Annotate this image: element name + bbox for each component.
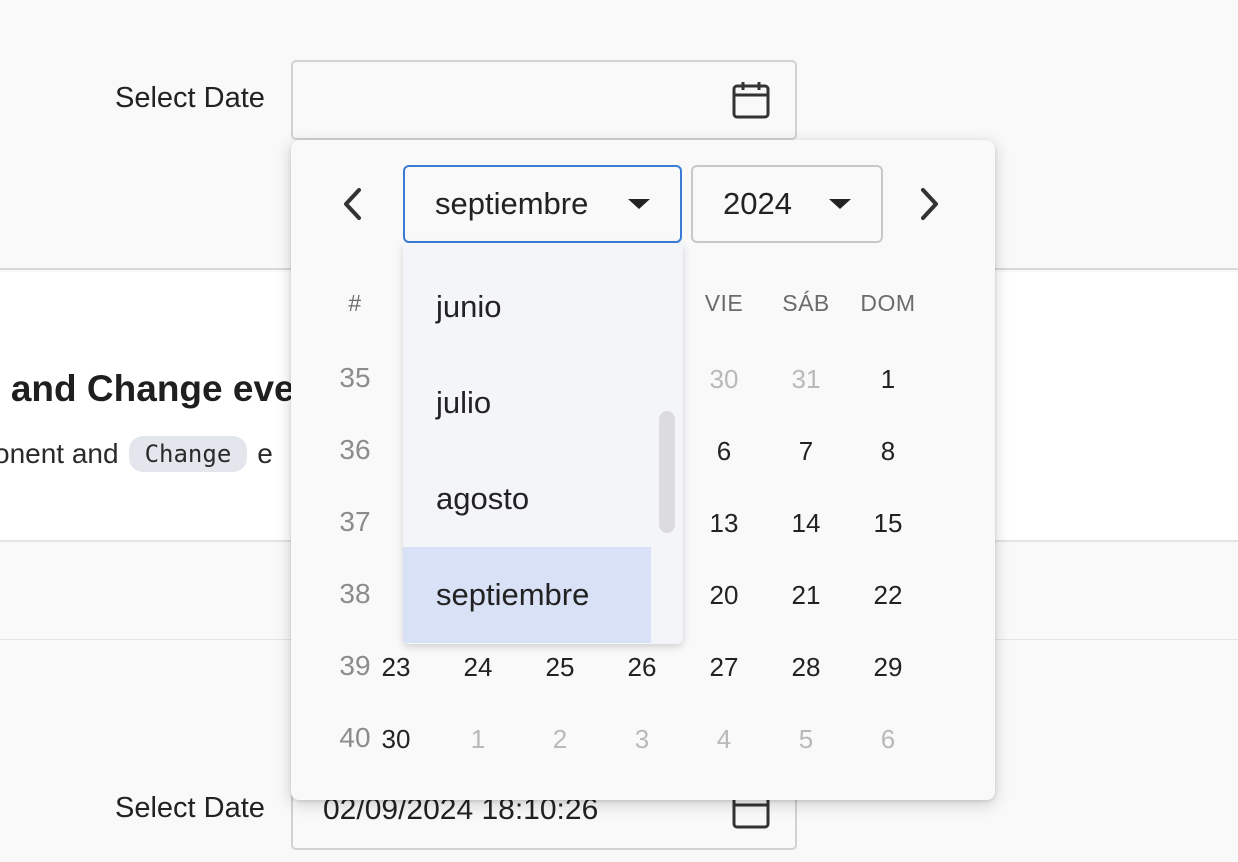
calendar-day[interactable]: 21 xyxy=(765,580,847,611)
year-select[interactable]: 2024 xyxy=(691,165,883,243)
calendar-day[interactable]: 28 xyxy=(765,652,847,683)
select-date-label-bottom: Select Date xyxy=(115,792,265,824)
calendar-day[interactable]: 3 xyxy=(601,724,683,755)
date-input-top[interactable] xyxy=(291,60,797,140)
calendar-day[interactable]: 4 xyxy=(683,724,765,755)
week-number: 36 xyxy=(339,434,371,465)
code-chip: Change xyxy=(128,436,248,472)
calendar-day[interactable]: 7 xyxy=(765,436,847,467)
year-select-value: 2024 xyxy=(723,186,792,221)
month-select[interactable]: septiembre xyxy=(403,165,682,243)
calendar-day[interactable]: 23 xyxy=(355,652,437,683)
calendar-day[interactable]: 27 xyxy=(683,652,765,683)
calendar-day[interactable]: 30 xyxy=(683,364,765,395)
calendar-day[interactable]: 29 xyxy=(847,652,929,683)
calendar-day[interactable]: 1 xyxy=(847,364,929,395)
day-header: DOM xyxy=(860,290,916,316)
month-dropdown-list[interactable]: junio julio agosto septiembre xyxy=(403,243,683,644)
chevron-down-icon xyxy=(829,199,851,209)
calendar-icon[interactable] xyxy=(731,80,771,120)
demo-description: onent and Change e xyxy=(0,436,273,472)
month-option[interactable]: agosto xyxy=(403,451,651,547)
calendar-day[interactable]: 13 xyxy=(683,508,765,539)
week-number: 35 xyxy=(339,362,371,393)
demo-heading: e and Change eve xyxy=(0,368,295,409)
dropdown-scrollbar[interactable] xyxy=(659,411,675,533)
calendar-day[interactable]: 14 xyxy=(765,508,847,539)
calendar-day[interactable]: 26 xyxy=(601,652,683,683)
calendar-day[interactable]: 22 xyxy=(847,580,929,611)
calendar-day[interactable]: 5 xyxy=(765,724,847,755)
calendar-day[interactable]: 6 xyxy=(683,436,765,467)
select-date-label: Select Date xyxy=(115,82,265,114)
week-number-header: # xyxy=(348,290,362,316)
calendar-day[interactable]: 31 xyxy=(765,364,847,395)
calendar-day[interactable]: 20 xyxy=(683,580,765,611)
demo-description-tail: e xyxy=(257,438,273,469)
week-number: 37 xyxy=(339,506,371,537)
next-month-button[interactable] xyxy=(909,180,949,228)
day-header: VIE xyxy=(704,290,744,316)
calendar-day[interactable]: 15 xyxy=(847,508,929,539)
calendar-day[interactable]: 8 xyxy=(847,436,929,467)
prev-month-button[interactable] xyxy=(333,180,373,228)
month-option[interactable]: julio xyxy=(403,355,651,451)
day-header: SÁB xyxy=(782,290,830,316)
calendar-day[interactable]: 24 xyxy=(437,652,519,683)
month-select-value: septiembre xyxy=(435,186,589,221)
week-number: 38 xyxy=(339,578,371,609)
demo-description-text: onent and xyxy=(0,438,119,469)
calendar-day[interactable]: 1 xyxy=(437,724,519,755)
chevron-right-icon xyxy=(921,188,938,220)
month-option[interactable]: junio xyxy=(403,259,651,355)
chevron-left-icon xyxy=(344,188,361,220)
chevron-down-icon xyxy=(628,199,650,209)
calendar-day[interactable]: 2 xyxy=(519,724,601,755)
calendar-day[interactable]: 25 xyxy=(519,652,601,683)
calendar-day[interactable]: 6 xyxy=(847,724,929,755)
month-option[interactable]: septiembre xyxy=(403,547,651,643)
calendar-day[interactable]: 30 xyxy=(355,724,437,755)
